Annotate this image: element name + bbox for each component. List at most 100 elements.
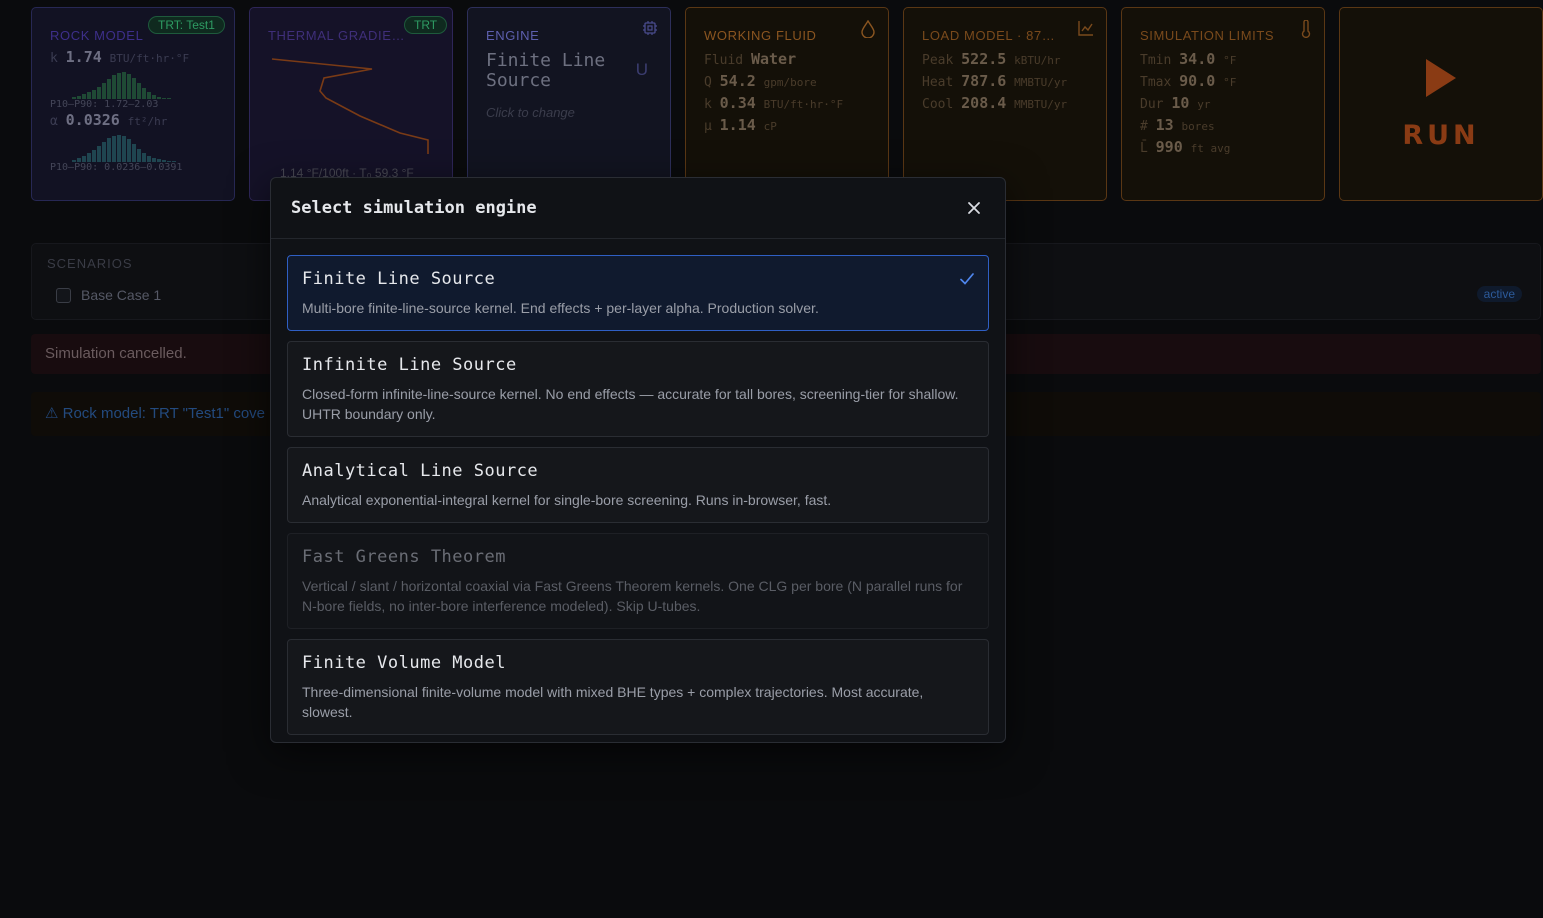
gradient-profile-plot [271,58,429,154]
histogram-bar [107,79,111,99]
engine-suffix: U [635,60,648,79]
histogram-bar [117,135,121,162]
histogram-bar [112,75,116,99]
k-value: 0.34 [719,94,756,112]
option-description: Three-dimensional finite-volume model wi… [302,684,924,720]
q-label: Q [704,75,712,90]
histogram-bar [147,92,151,99]
option-name: Finite Line Source [302,269,496,289]
peak-value: 522.5 [961,50,1007,68]
tmax-value: 90.0 [1179,72,1216,90]
fluid-label: Fluid [704,53,744,68]
histogram-bar [142,88,146,99]
alpha-histogram [72,134,216,162]
k-unit: BTU/ft·hr·°F [763,98,844,111]
run-label: RUN [1402,120,1480,151]
thermal-gradient-card[interactable]: THERMAL GRADIENT TRT 1.14 °F/100ft · T₀ … [249,7,453,201]
k-label: k [50,51,58,66]
engine-name-line2: Source [486,70,552,91]
q-value: 54.2 [719,72,756,90]
histogram-bar [132,144,136,162]
trt-badge: TRT: Test1 [148,16,225,34]
alpha-range: P10–P90: 0.0236–0.0391 [50,162,183,173]
histogram-bar [102,83,106,99]
engine-card[interactable]: ENGINE Finite Line Source U Click to cha… [467,7,671,201]
load-model-card[interactable]: LOAD MODEL · 87… Peak 522.5 kBTU/hr Heat… [903,7,1107,201]
modal-header: Select simulation engine [271,178,1005,239]
engine-option-analytical-line-source[interactable]: Analytical Line Source Analytical expone… [287,447,989,523]
histogram-bar [167,98,171,99]
histogram-bar [137,83,141,99]
drop-icon [860,19,876,43]
mu-value: 1.14 [719,116,756,134]
option-name: Finite Volume Model [302,653,506,673]
tmin-label: Tmin [1140,53,1172,68]
card-title: SIMULATION LIMITS [1140,28,1275,43]
close-button[interactable] [963,197,985,219]
play-icon [1424,57,1458,104]
scenario-checkbox[interactable] [56,287,71,303]
card-title: WORKING FLUID [704,28,817,43]
histogram-bar [162,98,166,99]
engine-option-finite-volume-model[interactable]: Finite Volume Model Three-dimensional fi… [287,639,989,735]
peak-unit: kBTU/hr [1014,54,1061,67]
dur-label: Dur [1140,97,1164,112]
check-icon [960,272,974,290]
histogram-bar [107,138,111,162]
simulation-limits-card[interactable]: SIMULATION LIMITS Tmin 34.0 °F Tmax 90.0… [1121,7,1325,201]
scenarios-title: SCENARIOS [47,256,133,271]
histogram-bar [137,149,141,162]
histogram-bar [117,73,121,99]
rock-model-card[interactable]: ROCK MODEL TRT: Test1 k 1.74 BTU/ft·hr·°… [31,7,235,201]
mu-unit: cP [763,120,777,133]
heat-unit: MMBTU/yr [1014,76,1068,89]
engine-option-infinite-line-source[interactable]: Infinite Line Source Closed-form infinit… [287,341,989,437]
tmin-unit: °F [1223,54,1237,67]
dur-value: 10 [1171,94,1190,112]
working-fluid-card[interactable]: WORKING FLUID Fluid Water Q 54.2 gpm/bor… [685,7,889,201]
option-name: Analytical Line Source [302,461,539,481]
scenario-item[interactable]: Base Case 1 [56,287,161,303]
engine-name-line1: Finite Line [486,50,606,71]
option-description: Closed-form infinite-line-source kernel.… [302,386,959,422]
engine-options-list: Finite Line Source Multi-bore finite-lin… [287,255,989,745]
run-button[interactable]: RUN [1339,7,1543,201]
engine-select-modal: Select simulation engine Finite Line Sou… [270,177,1006,743]
heat-value: 787.6 [961,72,1007,90]
card-title: LOAD MODEL · 87… [922,28,1056,43]
histogram-bar [102,142,106,162]
heat-label: Heat [922,75,954,90]
k-label: k [704,97,712,112]
histogram-bar [97,146,101,162]
alpha-value: 0.0326 [65,111,120,129]
mu-label: μ [704,119,712,134]
length-label: L̄ [1140,141,1148,156]
histogram-bar [132,78,136,99]
card-title: ROCK MODEL [50,28,144,43]
trt-badge: TRT [404,16,448,34]
status-badge: active [1476,286,1522,302]
histogram-bar [92,90,96,99]
engine-option-fast-greens-theorem: Fast Greens Theorem Vertical / slant / h… [287,533,989,629]
card-title: ENGINE [486,28,540,43]
chart-icon [1078,20,1094,41]
q-unit: gpm/bore [763,76,817,89]
bores-unit: bores [1181,120,1215,133]
k-value: 1.74 [65,48,102,66]
histogram-bar [127,139,131,162]
histogram-bar [127,74,131,99]
cpu-icon [642,20,658,41]
histogram-bar [87,92,91,99]
tmin-value: 34.0 [1179,50,1216,68]
option-name: Fast Greens Theorem [302,547,506,567]
engine-option-finite-line-source[interactable]: Finite Line Source Multi-bore finite-lin… [287,255,989,331]
histogram-bar [92,150,96,162]
option-description: Analytical exponential-integral kernel f… [302,492,832,508]
length-unit: ft avg [1190,142,1231,155]
option-name: Infinite Line Source [302,355,517,375]
alpha-label: α [50,114,58,129]
histogram-bar [142,153,146,162]
dur-unit: yr [1197,98,1211,111]
bores-label: # [1140,119,1148,134]
engine-hint: Click to change [486,105,575,120]
